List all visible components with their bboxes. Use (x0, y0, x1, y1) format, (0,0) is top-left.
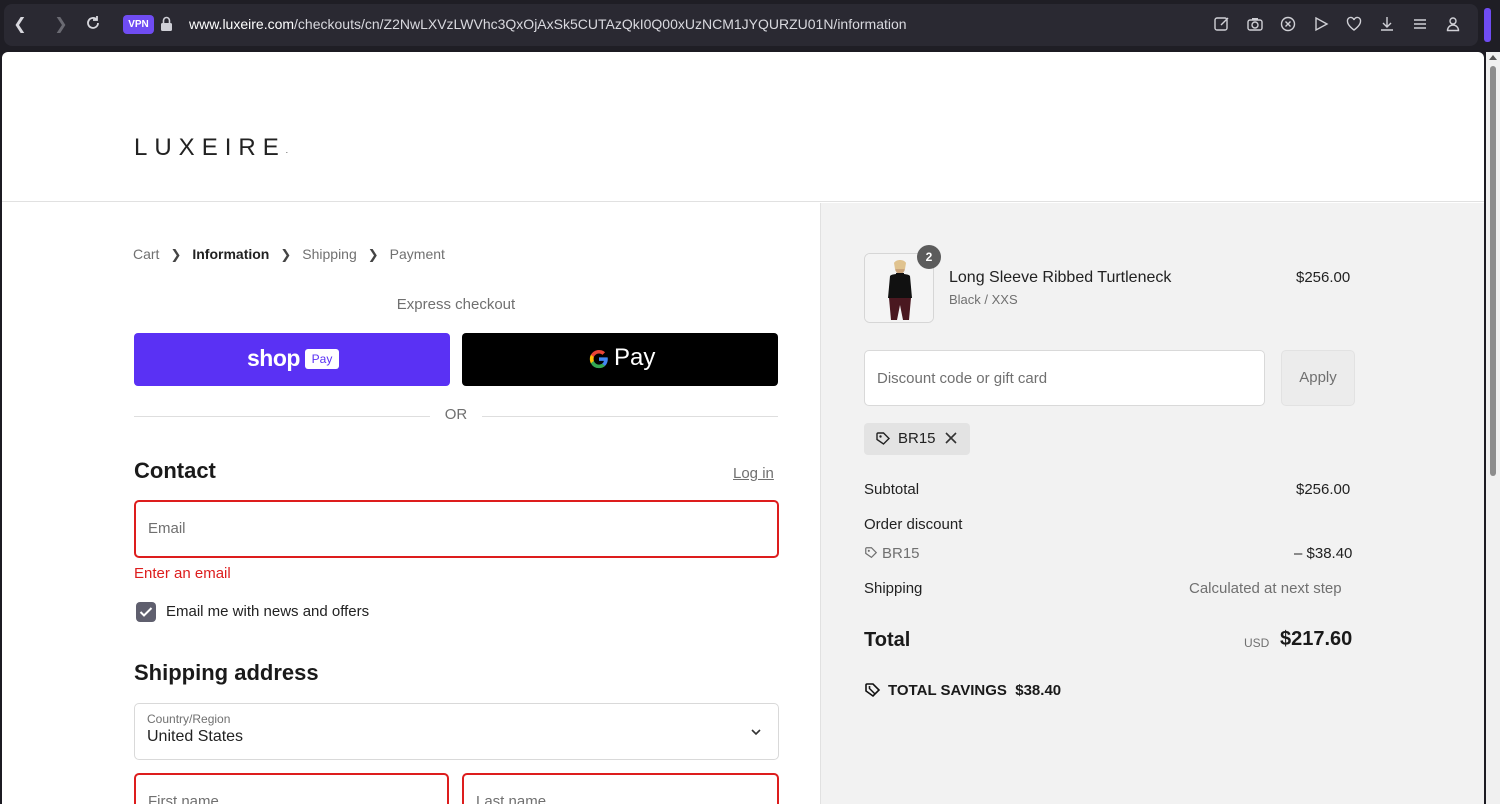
url-domain: www.luxeire.com (189, 16, 295, 32)
applied-code-label: BR15 (898, 430, 936, 447)
block-icon[interactable] (1279, 15, 1299, 35)
tag-icon (876, 432, 890, 445)
express-checkout-title: Express checkout (396, 296, 516, 313)
quantity-badge: 2 (917, 245, 941, 269)
edit-icon[interactable] (1213, 15, 1233, 35)
last-name-field[interactable]: Last name (462, 773, 779, 804)
shop-pay-button[interactable]: shop Pay (134, 333, 450, 386)
discount-code-input[interactable]: Discount code or gift card (864, 350, 1265, 406)
back-icon[interactable]: ❮ (10, 15, 30, 35)
chevron-right-icon: ❯ (280, 247, 292, 262)
shop-pay-logo: shop (247, 345, 300, 371)
vpn-badge[interactable]: VPN (123, 15, 154, 34)
menu-icon[interactable] (1411, 15, 1431, 35)
shipping-address-title: Shipping address (134, 660, 319, 685)
breadcrumb: Cart ❯ Information ❯ Shipping ❯ Payment (133, 246, 445, 263)
chevron-right-icon: ❯ (170, 247, 182, 262)
breadcrumb-cart[interactable]: Cart (133, 246, 159, 262)
tag-icon (865, 547, 878, 559)
shipping-value: Calculated at next step (1189, 580, 1342, 597)
reload-icon[interactable] (83, 15, 103, 35)
order-discount-value: – $38.40 (1294, 545, 1353, 562)
email-placeholder: Email (148, 520, 186, 537)
shop-pay-badge: Pay (305, 349, 339, 369)
or-divider-label: OR (430, 406, 482, 423)
checkout-header: LUXEIRE. (2, 52, 1484, 202)
send-icon[interactable] (1312, 15, 1332, 35)
browser-toolbar: ❮ ❯ VPN www.luxeire.com/checkouts/cn/Z2N… (0, 0, 1500, 50)
country-label: Country/Region (147, 712, 231, 726)
order-discount-code: BR15 (864, 545, 920, 562)
url-field[interactable]: www.luxeire.com/checkouts/cn/Z2NwLXVzLWV… (189, 16, 907, 32)
check-icon (139, 607, 153, 617)
newsletter-label[interactable]: Email me with news and offers (166, 603, 369, 620)
total-savings: TOTAL SAVINGS $38.40 (864, 681, 1061, 699)
shipping-label: Shipping (864, 580, 923, 597)
total-currency: USD (1244, 636, 1270, 650)
email-field[interactable]: Email (134, 500, 779, 558)
heart-icon[interactable] (1345, 15, 1365, 35)
chevron-right-icon: ❯ (367, 247, 379, 262)
breadcrumb-information: Information (192, 246, 270, 262)
google-pay-label: Pay (614, 344, 656, 371)
order-summary: 2 Long Sleeve Ribbed Turtleneck Black / … (820, 203, 1484, 804)
last-name-placeholder: Last name (476, 793, 547, 804)
total-value: $217.60 (1280, 628, 1353, 650)
contact-title: Contact (134, 458, 216, 483)
country-value: United States (147, 728, 244, 745)
forward-icon[interactable]: ❯ (51, 15, 71, 35)
product-variant: Black / XXS (949, 292, 1018, 307)
camera-icon[interactable] (1246, 15, 1266, 35)
google-g-icon (589, 349, 608, 369)
checkout-form: Cart ❯ Information ❯ Shipping ❯ Payment Expres… (2, 203, 820, 804)
discount-placeholder: Discount code or gift card (877, 370, 1048, 387)
sidebar-toggle[interactable] (1484, 8, 1491, 42)
country-select[interactable]: Country/Region United States (134, 703, 779, 760)
scrollbar-thumb[interactable] (1490, 66, 1496, 476)
first-name-field[interactable]: First name (134, 773, 449, 804)
google-pay-button[interactable]: Pay (462, 333, 778, 386)
checkout-page: LUXEIRE. Cart ❯ Information ❯ Shipping ❯ Payme… (2, 52, 1484, 804)
lock-icon[interactable] (160, 16, 174, 33)
scroll-up-icon[interactable] (1489, 55, 1497, 60)
chevron-down-icon (751, 729, 761, 736)
subtotal-label: Subtotal (864, 481, 920, 498)
url-path: /checkouts/cn/Z2NwLXVzLWVhc3QxOjAxSk5CUT… (294, 16, 907, 32)
page-scrollbar[interactable] (1486, 52, 1500, 804)
breadcrumb-payment: Payment (389, 246, 445, 262)
download-icon[interactable] (1378, 15, 1398, 35)
product-name: Long Sleeve Ribbed Turtleneck (949, 269, 1172, 286)
first-name-placeholder: First name (148, 793, 219, 804)
savings-tag-icon (865, 683, 881, 698)
remove-discount-icon[interactable] (944, 431, 958, 445)
breadcrumb-shipping: Shipping (302, 246, 357, 262)
store-logo[interactable]: LUXEIRE. (134, 134, 288, 162)
subtotal-value: $256.00 (1296, 481, 1351, 498)
total-label: Total (864, 629, 911, 651)
product-price: $256.00 (1296, 269, 1351, 286)
profile-icon[interactable] (1444, 15, 1464, 35)
applied-discount-tag: BR15 (864, 423, 970, 455)
email-error-message: Enter an email (134, 565, 231, 582)
apply-discount-button[interactable]: Apply (1281, 350, 1355, 406)
order-discount-label: Order discount (864, 516, 963, 533)
newsletter-checkbox[interactable] (136, 602, 156, 622)
login-link[interactable]: Log in (733, 465, 774, 482)
